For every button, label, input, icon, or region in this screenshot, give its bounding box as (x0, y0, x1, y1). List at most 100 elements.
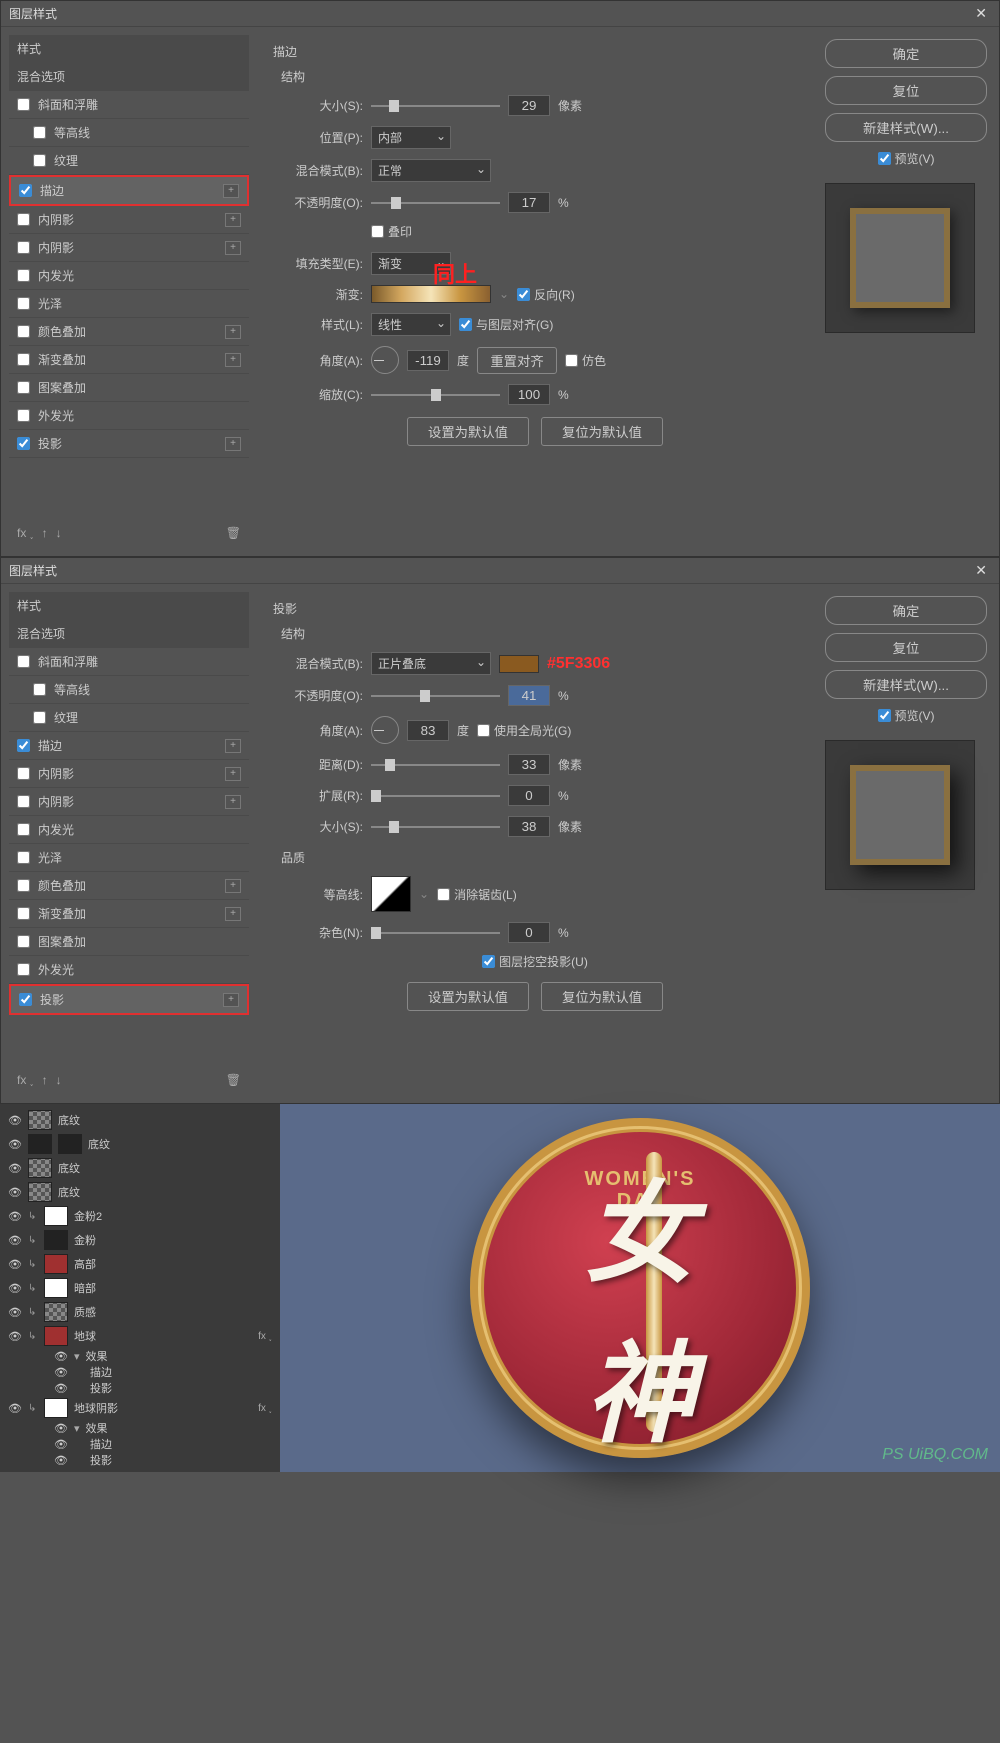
global-light-checkbox[interactable]: 使用全局光(G) (477, 722, 571, 739)
style-color-overlay[interactable]: 颜色叠加+ (9, 872, 249, 900)
layer-thumb[interactable] (44, 1206, 68, 1226)
checkbox[interactable] (33, 683, 46, 696)
layer-row[interactable]: 👁↳金粉 (4, 1228, 276, 1252)
visibility-icon[interactable]: 👁 (8, 1234, 22, 1247)
style-inner-shadow[interactable]: 内阴影+ (9, 760, 249, 788)
checkbox[interactable] (33, 154, 46, 167)
checkbox[interactable] (19, 184, 32, 197)
add-icon[interactable]: + (225, 213, 241, 227)
style-bevel[interactable]: 斜面和浮雕 (9, 91, 249, 119)
checkbox[interactable] (17, 297, 30, 310)
dialog-header[interactable]: 图层样式 ✕ (1, 1, 999, 27)
up-icon[interactable]: ↑ (42, 526, 48, 540)
angle-input[interactable] (407, 720, 449, 741)
distance-slider[interactable] (371, 764, 500, 766)
checkbox[interactable] (17, 241, 30, 254)
angle-dial[interactable] (371, 346, 399, 374)
reset-align-button[interactable]: 重置对齐 (477, 347, 557, 374)
blend-options[interactable]: 混合选项 (9, 620, 249, 648)
layer-row[interactable]: 👁↳质感 (4, 1300, 276, 1324)
style-stroke[interactable]: 描边+ (9, 732, 249, 760)
layer-row[interactable]: 👁↳金粉2 (4, 1204, 276, 1228)
expand-icon[interactable]: ▾ (74, 1422, 80, 1435)
style-outer-glow[interactable]: 外发光 (9, 402, 249, 430)
add-icon[interactable]: + (223, 993, 239, 1007)
visibility-icon[interactable]: 👁 (54, 1366, 68, 1379)
add-icon[interactable]: + (225, 879, 241, 893)
up-icon[interactable]: ↑ (42, 1073, 48, 1087)
size-input[interactable] (508, 95, 550, 116)
layer-row[interactable]: 👁↳暗部 (4, 1276, 276, 1300)
style-pattern-overlay[interactable]: 图案叠加 (9, 374, 249, 402)
checkbox[interactable] (17, 269, 30, 282)
style-gradient-overlay[interactable]: 渐变叠加+ (9, 346, 249, 374)
scale-input[interactable] (508, 384, 550, 405)
close-icon[interactable]: ✕ (971, 5, 991, 22)
visibility-icon[interactable]: 👁 (54, 1454, 68, 1467)
layer-row[interactable]: 👁底纹 (4, 1132, 276, 1156)
style-inner-glow[interactable]: 内发光 (9, 816, 249, 844)
checkbox[interactable] (17, 409, 30, 422)
checkbox[interactable] (17, 879, 30, 892)
add-icon[interactable]: + (223, 184, 239, 198)
dither-checkbox[interactable]: 仿色 (565, 352, 606, 369)
layer-thumb[interactable] (44, 1398, 68, 1418)
visibility-icon[interactable]: 👁 (8, 1258, 22, 1271)
checkbox[interactable] (17, 851, 30, 864)
style-contour[interactable]: 等高线 (9, 119, 249, 147)
antialias-checkbox[interactable]: 消除锯齿(L) (437, 886, 517, 903)
reset-default-button[interactable]: 复位为默认值 (541, 982, 663, 1011)
set-default-button[interactable]: 设置为默认值 (407, 982, 529, 1011)
checkbox[interactable] (17, 795, 30, 808)
visibility-icon[interactable]: 👁 (8, 1114, 22, 1127)
new-style-button[interactable]: 新建样式(W)... (825, 670, 987, 699)
close-icon[interactable]: ✕ (971, 562, 991, 579)
checkbox[interactable] (17, 381, 30, 394)
visibility-icon[interactable]: 👁 (54, 1350, 68, 1363)
add-icon[interactable]: + (225, 325, 241, 339)
spread-input[interactable] (508, 785, 550, 806)
visibility-icon[interactable]: 👁 (8, 1138, 22, 1151)
checkbox[interactable] (17, 935, 30, 948)
distance-input[interactable] (508, 754, 550, 775)
add-icon[interactable]: + (225, 437, 241, 451)
layer-row[interactable]: 👁底纹 (4, 1108, 276, 1132)
checkbox[interactable] (33, 711, 46, 724)
fx-badge[interactable]: fx ˯ (258, 1403, 272, 1414)
checkbox[interactable] (17, 823, 30, 836)
size-input[interactable] (508, 816, 550, 837)
position-dropdown[interactable]: 内部 (371, 126, 451, 149)
style-inner-glow[interactable]: 内发光 (9, 262, 249, 290)
visibility-icon[interactable]: 👁 (8, 1330, 22, 1343)
overprint-checkbox[interactable]: 叠印 (371, 223, 412, 240)
layer-row[interactable]: 👁↳地球fx ˯ (4, 1324, 276, 1348)
dialog-header[interactable]: 图层样式 ✕ (1, 558, 999, 584)
styles-header[interactable]: 样式 (9, 592, 249, 620)
layer-row[interactable]: 👁底纹 (4, 1180, 276, 1204)
checkbox[interactable] (17, 963, 30, 976)
style-inner-shadow[interactable]: 内阴影+ (9, 206, 249, 234)
down-icon[interactable]: ↓ (56, 526, 62, 540)
canvas[interactable]: WOMEN'SDAY 女神 PS UiBQ.COM (280, 1104, 1000, 1472)
style-dropdown[interactable]: 线性 (371, 313, 451, 336)
style-outer-glow[interactable]: 外发光 (9, 956, 249, 984)
contour-picker[interactable] (371, 876, 411, 912)
add-icon[interactable]: + (225, 907, 241, 921)
ok-button[interactable]: 确定 (825, 39, 987, 68)
checkbox[interactable] (17, 325, 30, 338)
visibility-icon[interactable]: 👁 (54, 1422, 68, 1435)
reset-button[interactable]: 复位 (825, 76, 987, 105)
add-icon[interactable]: + (225, 795, 241, 809)
checkbox[interactable] (17, 437, 30, 450)
knockout-checkbox[interactable]: 图层挖空投影(U) (482, 953, 588, 970)
styles-header[interactable]: 样式 (9, 35, 249, 63)
opacity-slider[interactable] (371, 695, 500, 697)
preview-checkbox[interactable]: 预览(V) (825, 707, 987, 724)
mask-thumb[interactable] (58, 1134, 82, 1154)
visibility-icon[interactable]: 👁 (8, 1186, 22, 1199)
style-pattern-overlay[interactable]: 图案叠加 (9, 928, 249, 956)
angle-input[interactable] (407, 350, 449, 371)
new-style-button[interactable]: 新建样式(W)... (825, 113, 987, 142)
reverse-checkbox[interactable]: 反向(R) (517, 286, 575, 303)
style-bevel[interactable]: 斜面和浮雕 (9, 648, 249, 676)
